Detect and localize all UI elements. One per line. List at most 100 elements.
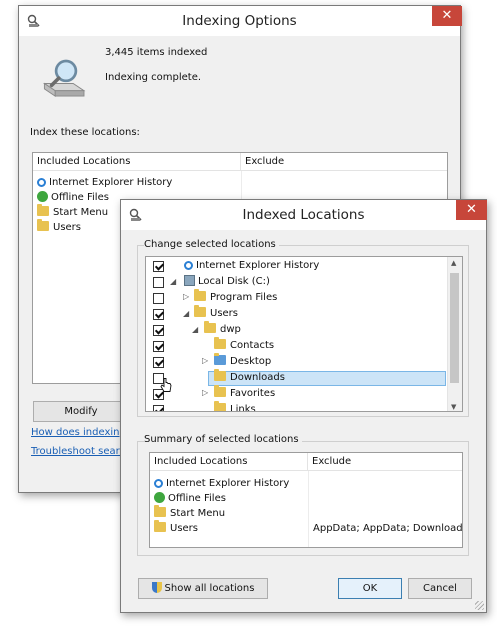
tree-checkbox[interactable] (153, 261, 164, 272)
troubleshoot-search-link[interactable]: Troubleshoot search (31, 446, 131, 457)
tree-item[interactable]: dwp (204, 321, 241, 338)
favorites-folder-icon (214, 385, 226, 397)
list-item[interactable]: Start Menu (37, 204, 109, 220)
desktop-folder-icon (214, 353, 226, 365)
location-label: Users (53, 222, 82, 233)
summary-row[interactable]: Users (154, 520, 199, 536)
cancel-button[interactable]: Cancel (408, 578, 472, 599)
column-divider (308, 471, 309, 547)
tree-item[interactable]: Links (214, 401, 256, 412)
indexed-locations-titlebar: Indexed Locations ✕ (121, 200, 487, 230)
indexed-locations-close-button[interactable]: ✕ (456, 200, 487, 220)
summary-location: Start Menu (170, 508, 226, 519)
tree-item[interactable]: Downloads (214, 369, 285, 386)
column-header-included[interactable]: Included Locations (33, 153, 241, 171)
summary-location: Offline Files (168, 493, 226, 504)
summary-row[interactable]: Internet Explorer History (154, 476, 289, 491)
hand-pointer-icon (160, 378, 172, 392)
tree-item[interactable]: Internet Explorer History (184, 258, 319, 274)
downloads-folder-icon (214, 369, 226, 381)
local-disk-icon (184, 275, 195, 286)
items-indexed-count: 3,445 items indexed (105, 47, 208, 58)
summary-location: Users (170, 523, 199, 534)
tree-checkbox[interactable] (153, 357, 164, 368)
tree-item[interactable]: Contacts (214, 337, 275, 354)
collapsed-arrow-icon[interactable]: ▷ (202, 388, 208, 397)
tree-checkbox[interactable] (153, 309, 164, 320)
summary-row[interactable]: Start Menu (154, 505, 226, 521)
tree-item[interactable]: Local Disk (C:) (184, 274, 270, 290)
scroll-thumb[interactable] (450, 273, 459, 383)
location-label: Internet Explorer History (49, 177, 173, 188)
show-all-label: Show all locations (164, 583, 255, 594)
summary-column-included[interactable]: Included Locations (150, 453, 308, 471)
links-folder-icon (214, 401, 226, 411)
summary-location: Internet Explorer History (166, 478, 290, 489)
indexed-locations-window: Indexed Locations ✕ Change selected loca… (120, 199, 487, 613)
tree-item-label: Local Disk (C:) (198, 276, 270, 287)
folder-icon (194, 289, 206, 301)
ok-button[interactable]: OK (338, 578, 402, 599)
indexing-drive-magnifier-icon (42, 59, 86, 97)
uac-shield-icon (151, 582, 162, 593)
list-item[interactable]: Internet Explorer History (37, 175, 172, 190)
tree-item-label: Links (230, 404, 256, 412)
tree-item-label: Users (210, 308, 239, 319)
index-locations-label: Index these locations: (30, 127, 140, 138)
folder-icon (154, 505, 166, 517)
internet-explorer-icon (154, 479, 163, 488)
tree-scrollbar[interactable]: ▲ ▼ (447, 257, 462, 411)
tree-item-label: Program Files (210, 292, 278, 303)
tree-checkbox[interactable] (153, 293, 164, 304)
indexing-options-close-button[interactable]: ✕ (432, 6, 462, 26)
indexing-options-title: Indexing Options (182, 13, 297, 29)
modify-button[interactable]: Modify (33, 401, 129, 422)
tree-item[interactable]: Program Files (194, 289, 278, 306)
show-all-locations-button[interactable]: Show all locations (138, 578, 268, 599)
folder-icon (204, 321, 216, 333)
expanded-arrow-icon[interactable]: ◢ (192, 325, 198, 334)
tree-item-label: dwp (220, 324, 241, 335)
list-item[interactable]: Users (37, 219, 82, 235)
internet-explorer-icon (184, 261, 193, 270)
summary-group-label: Summary of selected locations (144, 434, 302, 445)
summary-row[interactable]: Offline Files (154, 491, 226, 506)
tree-checkbox[interactable] (153, 277, 164, 288)
tree-item-label: Desktop (230, 356, 272, 367)
tree-checkbox[interactable] (153, 325, 164, 336)
tree-item[interactable]: Users (194, 305, 239, 322)
internet-explorer-icon (37, 178, 46, 187)
offline-files-icon (37, 191, 48, 202)
resize-grip[interactable] (475, 601, 484, 610)
tree-item-label: Internet Explorer History (196, 260, 320, 271)
tree-checkbox[interactable] (153, 341, 164, 352)
tree-item-label: Downloads (230, 372, 285, 383)
collapsed-arrow-icon[interactable]: ▷ (183, 292, 189, 301)
indexed-locations-title: Indexed Locations (242, 207, 365, 223)
contacts-folder-icon (214, 337, 226, 349)
scroll-down-icon[interactable]: ▼ (451, 403, 456, 411)
expanded-arrow-icon[interactable]: ◢ (170, 277, 176, 286)
tree-item[interactable]: Desktop (214, 353, 272, 370)
collapsed-arrow-icon[interactable]: ▷ (202, 356, 208, 365)
folder-icon (154, 520, 166, 532)
tree-item-label: Favorites (230, 388, 276, 399)
location-label: Start Menu (53, 207, 109, 218)
folder-icon (194, 305, 206, 317)
tree-item-label: Contacts (230, 340, 275, 351)
summary-exclude: AppData; AppData; Downloads (313, 523, 463, 534)
expanded-arrow-icon[interactable]: ◢ (183, 309, 189, 318)
folder-icon (37, 204, 49, 216)
location-label: Offline Files (51, 192, 109, 203)
offline-files-icon (154, 492, 165, 503)
tree-checkbox[interactable] (153, 405, 164, 411)
location-tree[interactable]: ▲ ▼ Internet Explorer History ◢ Local Di… (145, 256, 463, 412)
indexing-options-titlebar: Indexing Options ✕ (19, 6, 462, 36)
tree-item[interactable]: Favorites (214, 385, 276, 402)
list-item[interactable]: Offline Files (37, 190, 109, 205)
column-header-exclude[interactable]: Exclude (241, 153, 447, 171)
summary-list[interactable]: Included Locations Exclude Internet Expl… (149, 452, 463, 548)
summary-column-exclude[interactable]: Exclude (308, 453, 462, 471)
indexing-status: Indexing complete. (105, 72, 202, 83)
scroll-up-icon[interactable]: ▲ (451, 259, 456, 267)
